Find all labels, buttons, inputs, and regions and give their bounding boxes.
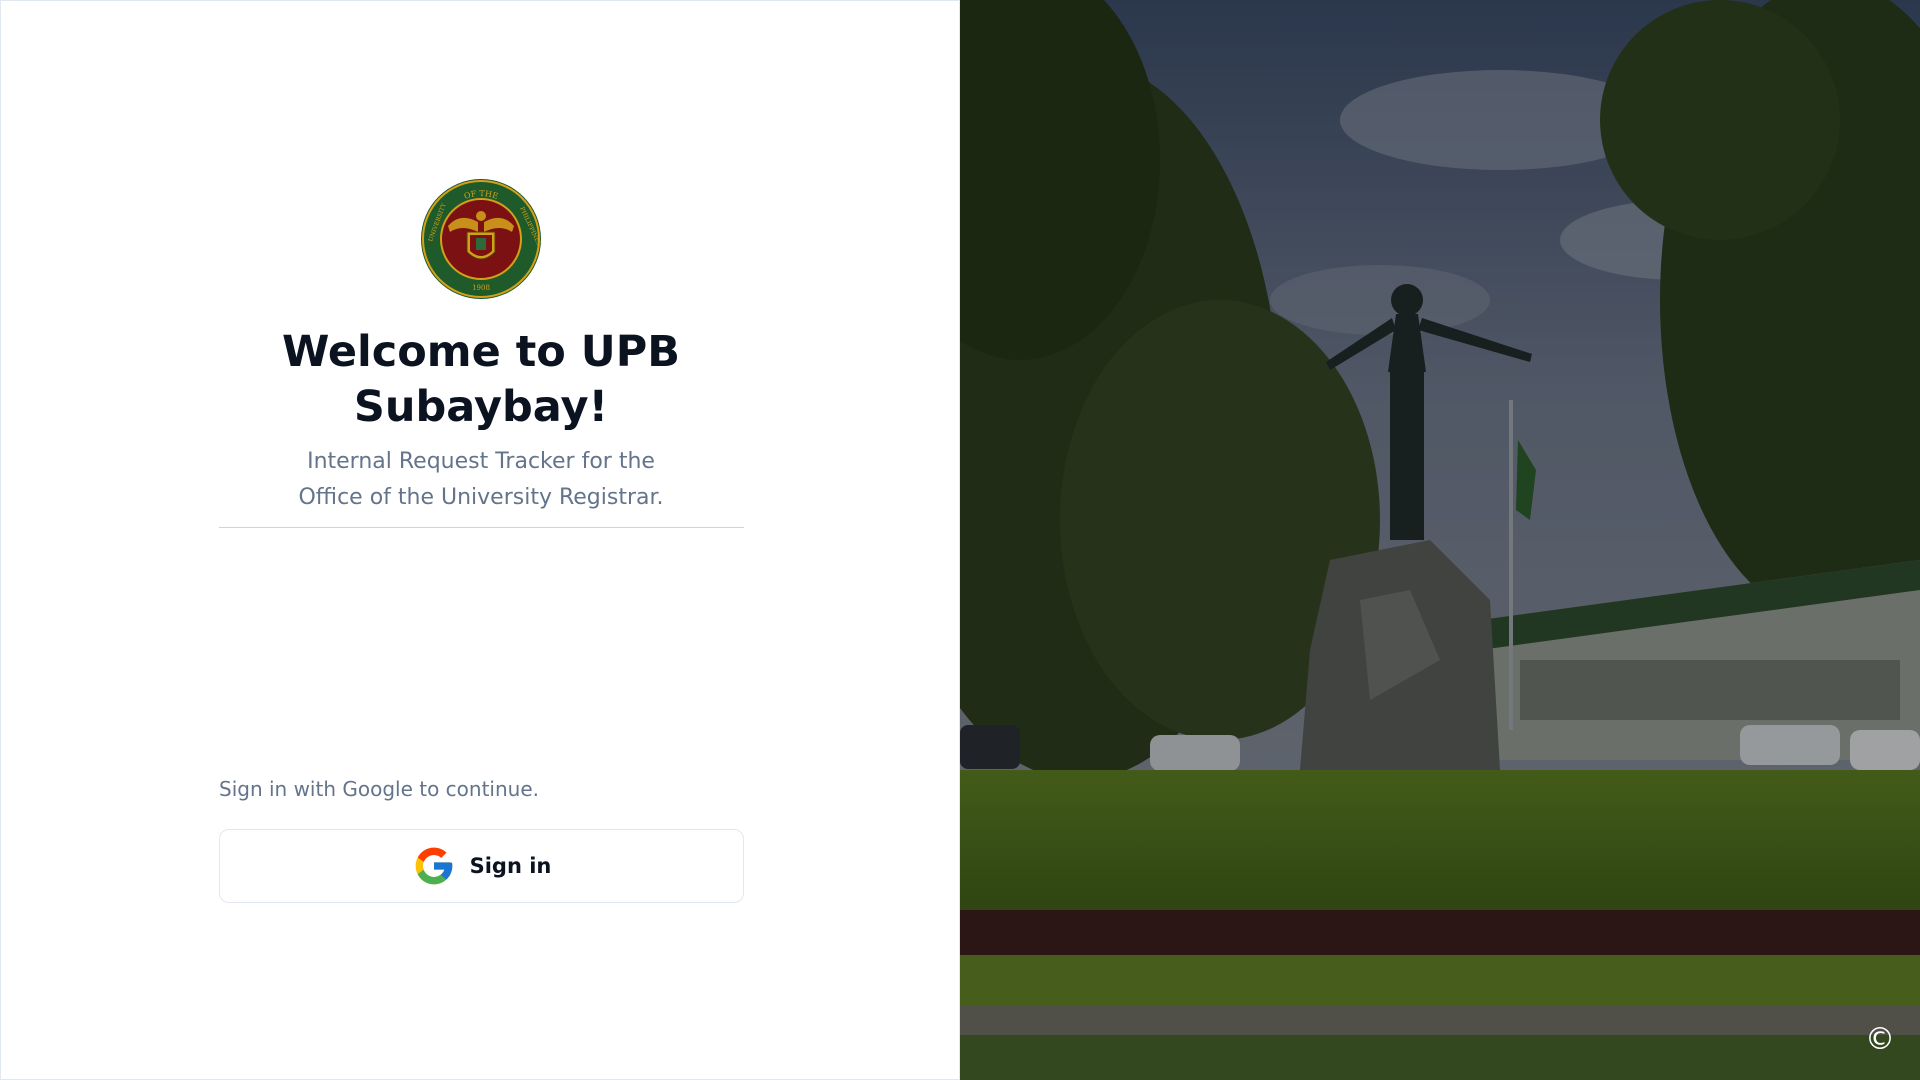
page-title: Welcome to UPB Subaybay! [281,327,681,432]
hero-image-panel: © [960,0,1920,1080]
google-signin-button[interactable]: Sign in [219,829,744,903]
subtitle-line-1: Internal Request Tracker for the [307,449,655,474]
page-subtitle: Internal Request Tracker for the Office … [219,444,743,516]
signin-button-label: Sign in [469,854,552,878]
subtitle-line-2: Office of the University Registrar. [298,485,664,510]
campus-photo [960,0,1920,1080]
google-g-icon [415,847,452,885]
login-page: OF THE 1908 UNIVERSITY PHILIPPINES Welco… [0,0,1920,1080]
seal-year: 1908 [472,284,490,292]
divider [219,527,744,528]
up-seal-logo: OF THE 1908 UNIVERSITY PHILIPPINES [421,179,542,299]
signin-hint: Sign in with Google to continue. [219,777,539,801]
login-panel: OF THE 1908 UNIVERSITY PHILIPPINES Welco… [0,0,960,1080]
copyright-icon[interactable]: © [1864,1024,1896,1056]
